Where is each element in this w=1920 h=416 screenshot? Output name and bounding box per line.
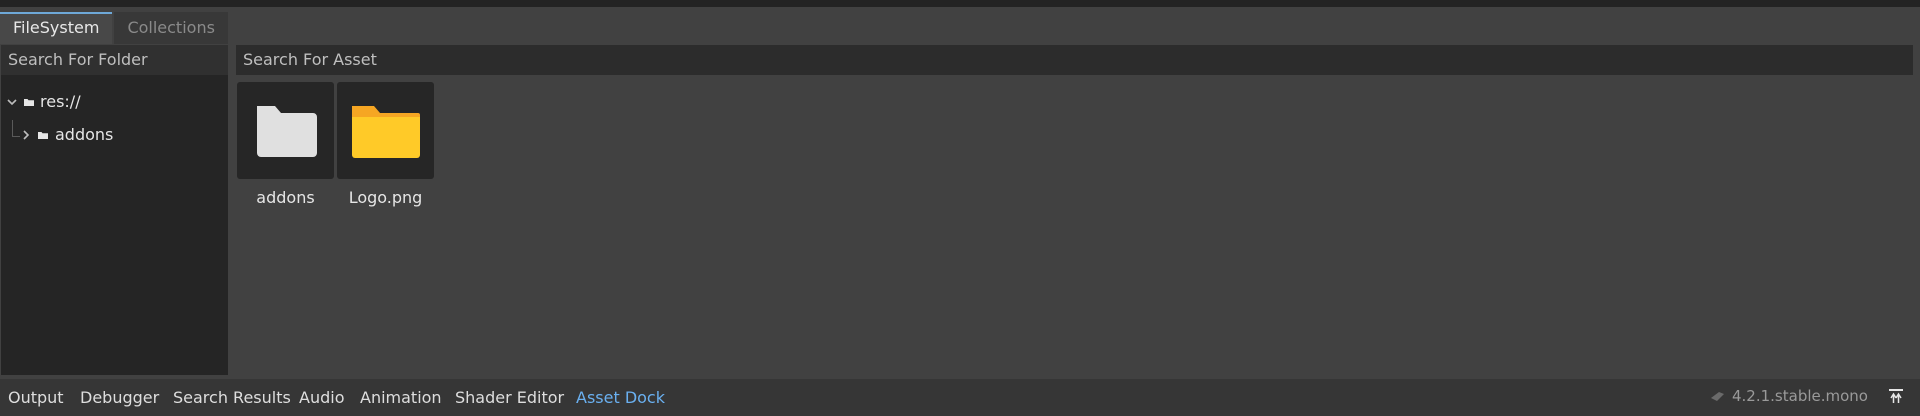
bottom-tab-shader-editor[interactable]: Shader Editor [455, 387, 564, 409]
folder-icon [24, 99, 34, 106]
asset-label: addons [256, 188, 315, 207]
tab-collections[interactable]: Collections [114, 12, 228, 44]
asset-tile-logo[interactable] [337, 82, 434, 179]
tab-filesystem[interactable]: FileSystem [0, 12, 113, 44]
bottom-tab-search-results[interactable]: Search Results [173, 387, 291, 409]
update-spinner-icon [1711, 392, 1724, 401]
tree-item-label: res:// [40, 92, 81, 111]
version-label: 4.2.1.stable.mono [1732, 387, 1868, 405]
tree-item-res[interactable]: res:// [6, 89, 81, 115]
bottom-tab-animation[interactable]: Animation [360, 387, 442, 409]
asset-label: Logo.png [348, 188, 423, 207]
bottom-tab-audio[interactable]: Audio [299, 387, 344, 409]
chevron-right-icon[interactable] [20, 129, 32, 141]
tree-guide-line [12, 136, 20, 137]
tree-item-addons[interactable]: addons [20, 122, 113, 148]
folder-icon [38, 132, 48, 139]
bottom-tab-asset-dock[interactable]: Asset Dock [576, 387, 665, 409]
folder-search-input[interactable]: Search For Folder [1, 45, 228, 75]
asset-search-input[interactable]: Search For Asset [236, 45, 1913, 75]
folder-icon [257, 106, 317, 157]
tree-item-label: addons [55, 125, 114, 144]
bottom-tab-debugger[interactable]: Debugger [80, 387, 159, 409]
chevron-down-icon[interactable] [6, 96, 18, 108]
top-strip [0, 0, 1920, 7]
expand-panel-icon[interactable] [1887, 387, 1905, 405]
tree-guide-line [12, 120, 13, 137]
dock-tabbar: FileSystem Collections [0, 12, 230, 44]
version-info: 4.2.1.stable.mono [1710, 385, 1868, 407]
bottom-tab-output[interactable]: Output [8, 387, 64, 409]
folder-icon [352, 106, 420, 158]
asset-tile-addons[interactable] [237, 82, 334, 179]
